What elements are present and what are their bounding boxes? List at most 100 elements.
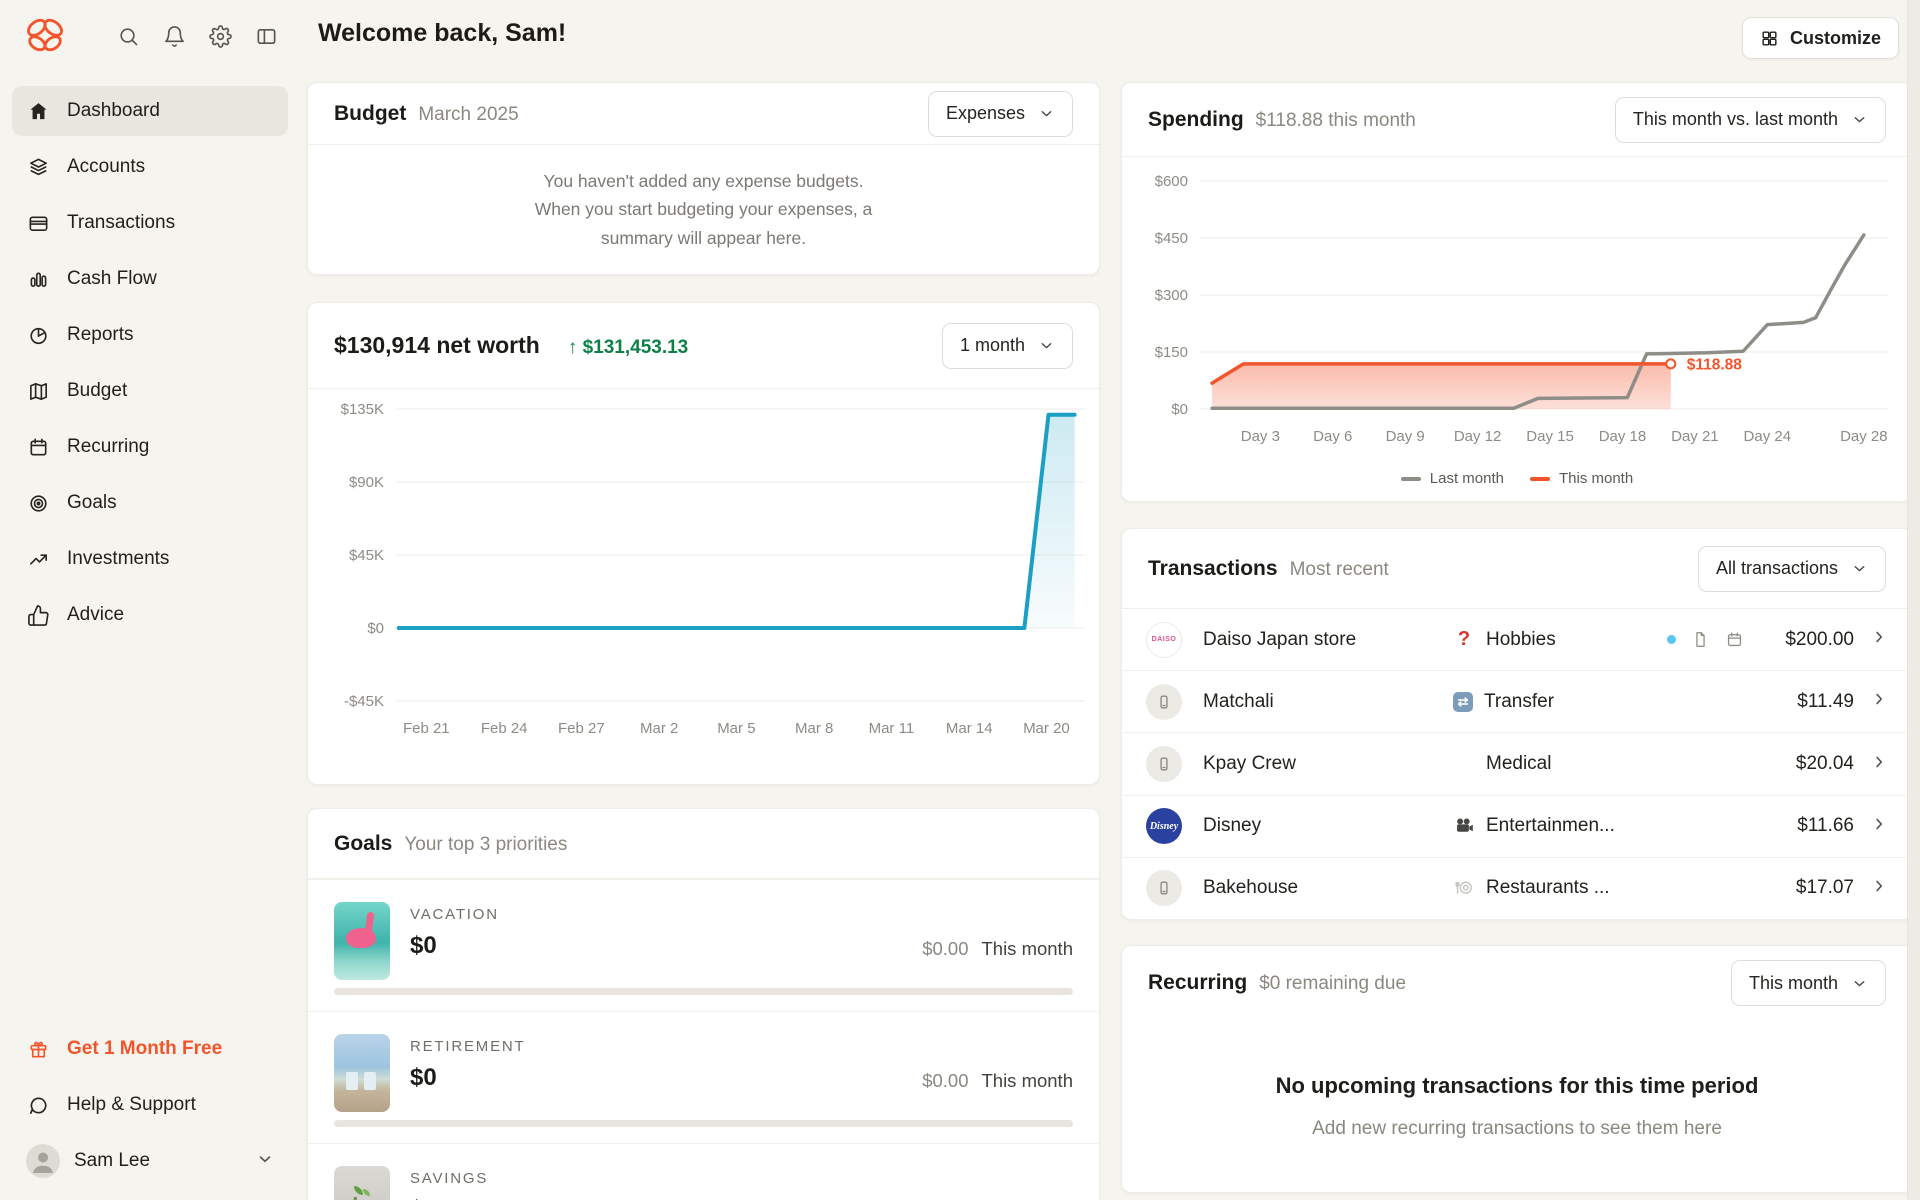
transactions-card: Transactions Most recent All transaction… bbox=[1121, 528, 1913, 920]
goals-title: Goals bbox=[334, 832, 392, 856]
transactions-filter-dropdown[interactable]: All transactions bbox=[1698, 546, 1886, 592]
page-title: Welcome back, Sam! bbox=[318, 19, 566, 48]
sidebar-item-label: Advice bbox=[67, 604, 124, 626]
chevron-right-icon[interactable] bbox=[1870, 877, 1888, 900]
merchant-logo-generic bbox=[1146, 684, 1182, 720]
chevron-down-icon bbox=[256, 1150, 274, 1173]
svg-text:$450: $450 bbox=[1155, 230, 1188, 247]
gift-icon bbox=[26, 1037, 50, 1061]
transfer-icon: ⇄ bbox=[1453, 692, 1473, 712]
sidebar-item-investments[interactable]: Investments bbox=[12, 534, 288, 584]
calendar-icon bbox=[1725, 630, 1744, 649]
svg-text:Day 6: Day 6 bbox=[1313, 428, 1352, 445]
transaction-row[interactable]: Matchali ⇄ Transfer $11.49 bbox=[1122, 670, 1912, 732]
merchant-name: Disney bbox=[1203, 815, 1453, 837]
svg-text:Day 9: Day 9 bbox=[1386, 428, 1425, 445]
sidebar-item-reports[interactable]: Reports bbox=[12, 310, 288, 360]
spending-legend: Last monthThis month bbox=[1122, 470, 1912, 487]
chevron-right-icon[interactable] bbox=[1870, 690, 1888, 713]
chevron-right-icon[interactable] bbox=[1870, 815, 1888, 838]
sidebar-item-label: Budget bbox=[67, 380, 127, 402]
net-worth-card: $130,914 net worth ↑ $131,453.13 1 month… bbox=[307, 302, 1100, 785]
budget-empty-text: You haven't added any expense budgets. W… bbox=[535, 167, 873, 252]
sidebar-quick-actions bbox=[112, 20, 282, 52]
notifications-button[interactable] bbox=[158, 20, 190, 52]
svg-text:$118.88: $118.88 bbox=[1687, 356, 1743, 373]
svg-text:Mar 14: Mar 14 bbox=[946, 720, 993, 737]
search-button[interactable] bbox=[112, 20, 144, 52]
recurring-subtitle: $0 remaining due bbox=[1259, 973, 1406, 995]
budget-subtitle: March 2025 bbox=[418, 104, 518, 126]
sidebar-item-recurring[interactable]: Recurring bbox=[12, 422, 288, 472]
customize-label: Customize bbox=[1790, 28, 1881, 49]
thumbs-up-icon bbox=[26, 603, 50, 627]
merchant-name: Matchali bbox=[1203, 691, 1453, 713]
goal-row-retirement[interactable]: RETIREMENT $0 $0.00 This month bbox=[308, 1011, 1099, 1143]
sidebar-item-dashboard[interactable]: Dashboard bbox=[12, 86, 288, 136]
sidebar-item-cash-flow[interactable]: Cash Flow bbox=[12, 254, 288, 304]
category-label: Transfer bbox=[1484, 691, 1554, 713]
chevron-right-icon[interactable] bbox=[1870, 753, 1888, 776]
sidebar-item-transactions[interactable]: Transactions bbox=[12, 198, 288, 248]
sidebar-item-goals[interactable]: Goals bbox=[12, 478, 288, 528]
svg-text:$90K: $90K bbox=[349, 474, 384, 491]
promo-get-month-free[interactable]: Get 1 Month Free bbox=[12, 1024, 288, 1074]
scrollbar[interactable] bbox=[1907, 0, 1920, 1200]
sidebar-item-accounts[interactable]: Accounts bbox=[12, 142, 288, 192]
transaction-amount: $11.49 bbox=[1762, 691, 1854, 713]
monarch-logo-icon[interactable] bbox=[22, 16, 68, 56]
sidebar-item-label: Transactions bbox=[67, 212, 175, 234]
net-worth-range-dropdown[interactable]: 1 month bbox=[942, 323, 1073, 369]
status-dot-icon bbox=[1667, 635, 1676, 644]
chevron-down-icon bbox=[1038, 105, 1055, 122]
goal-image-vacation bbox=[334, 902, 390, 980]
sidebar-top bbox=[12, 14, 288, 58]
spending-compare-dropdown[interactable]: This month vs. last month bbox=[1615, 97, 1886, 143]
recurring-range-dropdown[interactable]: This month bbox=[1731, 960, 1886, 1006]
customize-button[interactable]: Customize bbox=[1742, 17, 1899, 59]
transaction-row[interactable]: Disney Disney Entertainmen... $11.66 bbox=[1122, 795, 1912, 857]
sidebar-item-advice[interactable]: Advice bbox=[12, 590, 288, 640]
category-label: Entertainmen... bbox=[1486, 815, 1615, 837]
merchant-logo-generic bbox=[1146, 746, 1182, 782]
svg-text:Mar 20: Mar 20 bbox=[1023, 720, 1070, 737]
merchant-logo-daiso: DAISO bbox=[1146, 622, 1182, 658]
goal-name: SAVINGS bbox=[410, 1170, 1099, 1187]
chevron-down-icon bbox=[1851, 560, 1868, 577]
sidebar-item-budget[interactable]: Budget bbox=[12, 366, 288, 416]
recurring-title: Recurring bbox=[1148, 971, 1247, 995]
transactions-subtitle: Most recent bbox=[1290, 559, 1389, 581]
legend-swatch-icon bbox=[1530, 477, 1550, 481]
goal-row-vacation[interactable]: VACATION $0 $0.00 This month bbox=[308, 879, 1099, 1011]
chevron-down-icon bbox=[1851, 975, 1868, 992]
goal-progress-bar bbox=[334, 988, 1073, 995]
collapse-sidebar-button[interactable] bbox=[250, 20, 282, 52]
svg-text:$0: $0 bbox=[367, 620, 384, 637]
user-menu[interactable]: Sam Lee bbox=[12, 1136, 288, 1186]
goal-row-savings[interactable]: SAVINGS $28 $0.00 (0%) This month bbox=[308, 1143, 1099, 1200]
chat-bubble-icon bbox=[26, 1093, 50, 1117]
goal-progress-bar bbox=[334, 1120, 1073, 1127]
svg-text:Mar 2: Mar 2 bbox=[640, 720, 678, 737]
settings-button[interactable] bbox=[204, 20, 236, 52]
svg-text:$0: $0 bbox=[1171, 401, 1188, 418]
search-icon bbox=[117, 25, 140, 48]
goal-name: VACATION bbox=[410, 906, 1099, 923]
category-label: Medical bbox=[1486, 753, 1551, 775]
budget-title: Budget bbox=[334, 102, 406, 126]
transaction-row[interactable]: Kpay Crew Medical $20.04 bbox=[1122, 732, 1912, 794]
sidebar-item-label: Recurring bbox=[67, 436, 149, 458]
goals-subtitle: Your top 3 priorities bbox=[404, 834, 567, 856]
goals-card: Goals Your top 3 priorities VACATION $0 … bbox=[307, 808, 1100, 1200]
svg-text:-$45K: -$45K bbox=[344, 693, 384, 710]
transaction-amount: $20.04 bbox=[1762, 753, 1854, 775]
transaction-row[interactable]: Bakehouse Restaurants ... $17.07 bbox=[1122, 857, 1912, 919]
transaction-row[interactable]: DAISO Daiso Japan store ? Hobbies $200.0… bbox=[1122, 609, 1912, 670]
sidebar-panel-icon bbox=[255, 25, 278, 48]
svg-text:$45K: $45K bbox=[349, 547, 384, 564]
help-support[interactable]: Help & Support bbox=[12, 1080, 288, 1130]
svg-text:$150: $150 bbox=[1155, 344, 1188, 361]
sidebar-nav: Dashboard Accounts Transactions Cash Flo… bbox=[12, 86, 288, 640]
budget-type-dropdown[interactable]: Expenses bbox=[928, 91, 1073, 137]
chevron-right-icon[interactable] bbox=[1870, 628, 1888, 651]
